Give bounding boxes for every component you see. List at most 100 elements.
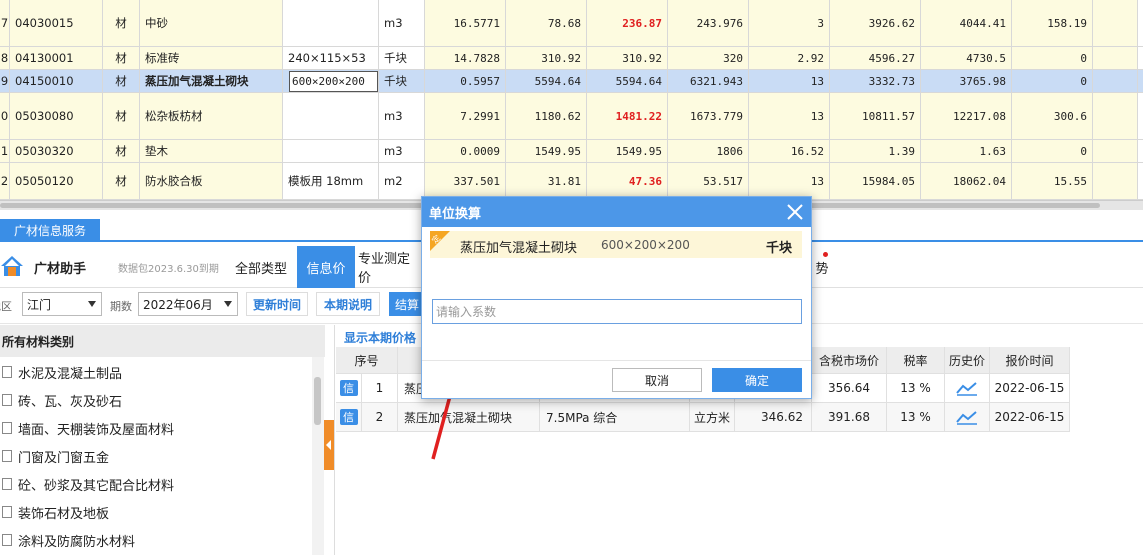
grid-row[interactable]: 1 05030320 材垫木 m3 0.0009 1549.95 1549.95 1806 16… <box>0 140 1143 163</box>
grid-cell-price3[interactable]: 243.976 <box>668 0 749 46</box>
grid-cell-qty[interactable]: 16.5771 <box>425 0 506 46</box>
grid-cell-diff[interactable]: 0 <box>1012 140 1093 162</box>
grid-cell-amt2[interactable]: 3765.98 <box>921 70 1012 92</box>
grid-cell-price3[interactable]: 320 <box>668 47 749 69</box>
grid-cell-code[interactable]: 04030015 <box>10 0 103 46</box>
grid-cell-spec[interactable] <box>283 140 379 162</box>
grid-cell-name[interactable]: 垫木 <box>140 140 283 162</box>
grid-cell-rate[interactable]: 13 <box>749 70 830 92</box>
grid-cell-price2[interactable]: 1549.95 <box>587 140 668 162</box>
grid-cell-amt1[interactable]: 10811.57 <box>830 93 921 139</box>
grid-cell-idx[interactable]: 9 <box>0 70 10 92</box>
grid-cell-diff[interactable]: 0 <box>1012 70 1093 92</box>
grid-cell-price2[interactable]: 1481.22 <box>587 93 668 139</box>
grid-cell-unit[interactable]: m3 <box>379 93 425 139</box>
grid-cell-amt2[interactable]: 4044.41 <box>921 0 1012 46</box>
grid-cell-amt2[interactable]: 1.63 <box>921 140 1012 162</box>
grid-cell-diff[interactable]: 300.6 <box>1012 93 1093 139</box>
grid-cell-code[interactable]: 04130001 <box>10 47 103 69</box>
grid-cell-unit[interactable]: m2 <box>379 163 425 199</box>
coefficient-input[interactable] <box>432 299 802 324</box>
col-header-seq[interactable]: 序号 <box>336 347 398 374</box>
grid-cell-spec[interactable]: 240×115×53 <box>283 47 379 69</box>
grid-cell-rate[interactable]: 2.92 <box>749 47 830 69</box>
cancel-button[interactable]: 取消 <box>612 368 702 392</box>
spec-edit-box[interactable]: 600×200×200 <box>289 70 378 92</box>
category-item[interactable]: 涂料及防腐防水材料 <box>0 526 310 554</box>
grid-cell-spec[interactable]: 600×200×200 <box>283 70 379 92</box>
grid-cell-qty[interactable]: 0.0009 <box>425 140 506 162</box>
grid-cell-price3[interactable]: 6321.943 <box>668 70 749 92</box>
confirm-button[interactable]: 确定 <box>712 368 802 392</box>
grid-row[interactable]: 7 04030015 材中砂 m3 16.5771 78.68 236.87 243.976 3… <box>0 0 1143 47</box>
grid-cell-price1[interactable]: 1549.95 <box>506 140 587 162</box>
category-item[interactable]: 门窗及门窗五金 <box>0 442 310 470</box>
grid-cell-unit[interactable]: 千块 <box>379 47 425 69</box>
col-header-report-time[interactable]: 报价时间 <box>990 347 1070 374</box>
col-header-tax-rate[interactable]: 税率 <box>887 347 945 374</box>
grid-cell-price1[interactable]: 310.92 <box>506 47 587 69</box>
grid-cell-unit[interactable]: m3 <box>379 0 425 46</box>
grid-cell-price3[interactable]: 53.517 <box>668 163 749 199</box>
col-header-tax-price[interactable]: 含税市场价 <box>812 347 887 374</box>
grid-cell-idx[interactable]: 7 <box>0 0 10 46</box>
grid-cell-amt1[interactable]: 4596.27 <box>830 47 921 69</box>
grid-cell-price1[interactable]: 31.81 <box>506 163 587 199</box>
col-header-name[interactable] <box>398 347 422 374</box>
settle-button[interactable]: 结算 <box>389 292 425 316</box>
collapse-panel-handle[interactable] <box>324 420 334 470</box>
grid-cell-price1[interactable]: 78.68 <box>506 0 587 46</box>
grid-row[interactable]: 0 05030080 材松杂板枋材 m3 7.2991 1180.62 1481.22 167… <box>0 93 1143 140</box>
grid-cell-price3[interactable]: 1673.779 <box>668 93 749 139</box>
grid-cell-idx[interactable]: 0 <box>0 93 10 139</box>
category-item[interactable]: 水泥及混凝土制品 <box>0 358 310 386</box>
tab-info-price[interactable]: 信息价 <box>297 246 355 288</box>
grid-cell-amt2[interactable]: 12217.08 <box>921 93 1012 139</box>
grid-cell-amt1[interactable]: 1.39 <box>830 140 921 162</box>
grid-cell-amt2[interactable]: 4730.5 <box>921 47 1012 69</box>
period-select[interactable]: 2022年06月 <box>138 292 238 316</box>
category-item[interactable]: 墙面、天棚装饰及屋面材料 <box>0 414 310 442</box>
category-item[interactable]: 砖、瓦、灰及砂石 <box>0 386 310 414</box>
grid-cell-type[interactable]: 材 <box>103 163 140 199</box>
grid-cell-code[interactable]: 05030320 <box>10 140 103 162</box>
grid-cell-name[interactable]: 标准砖 <box>140 47 283 69</box>
tab-guangcai-info-service[interactable]: 广材信息服务 <box>0 219 100 242</box>
grid-cell-qty[interactable]: 7.2991 <box>425 93 506 139</box>
history-price-chart-button[interactable] <box>945 403 990 432</box>
history-price-chart-button[interactable] <box>945 374 990 403</box>
grid-cell-spec[interactable] <box>283 0 379 46</box>
grid-cell-type[interactable]: 材 <box>103 0 140 46</box>
grid-cell-amt1[interactable]: 15984.05 <box>830 163 921 199</box>
region-select[interactable]: 江门 <box>22 292 102 316</box>
grid-cell-rate[interactable]: 13 <box>749 163 830 199</box>
tab-trend[interactable]: 势 <box>812 246 832 288</box>
grid-cell-type[interactable]: 材 <box>103 47 140 69</box>
scrollbar-thumb[interactable] <box>314 377 321 425</box>
period-description-button[interactable]: 本期说明 <box>316 292 380 316</box>
grid-cell-name[interactable]: 松杂板枋材 <box>140 93 283 139</box>
grid-cell-type[interactable]: 材 <box>103 140 140 162</box>
update-time-button[interactable]: 更新时间 <box>246 292 308 316</box>
grid-cell-name[interactable]: 中砂 <box>140 0 283 46</box>
grid-cell-price2[interactable]: 5594.64 <box>587 70 668 92</box>
grid-cell-diff[interactable]: 0 <box>1012 47 1093 69</box>
category-scrollbar[interactable] <box>312 357 324 555</box>
grid-cell-qty[interactable]: 337.501 <box>425 163 506 199</box>
grid-cell-price2[interactable]: 47.36 <box>587 163 668 199</box>
tab-professional-price[interactable]: 专业测定价 <box>358 246 422 288</box>
grid-cell-qty[interactable]: 14.7828 <box>425 47 506 69</box>
grid-cell-rate[interactable]: 13 <box>749 93 830 139</box>
grid-cell-diff[interactable]: 15.55 <box>1012 163 1093 199</box>
grid-cell-rate[interactable]: 16.52 <box>749 140 830 162</box>
grid-cell-qty[interactable]: 0.5957 <box>425 70 506 92</box>
grid-row[interactable]: 9 04150010 材蒸压加气混凝土砌块 600×200×200 千块 0.5957 55… <box>0 70 1143 93</box>
grid-cell-price1[interactable]: 5594.64 <box>506 70 587 92</box>
grid-cell-unit[interactable]: 千块 <box>379 70 425 92</box>
grid-cell-code[interactable]: 04150010 <box>10 70 103 92</box>
grid-cell-diff[interactable]: 158.19 <box>1012 0 1093 46</box>
grid-cell-price2[interactable]: 310.92 <box>587 47 668 69</box>
grid-cell-idx[interactable]: 8 <box>0 47 10 69</box>
grid-cell-idx[interactable]: 2 <box>0 163 10 199</box>
grid-cell-idx[interactable]: 1 <box>0 140 10 162</box>
